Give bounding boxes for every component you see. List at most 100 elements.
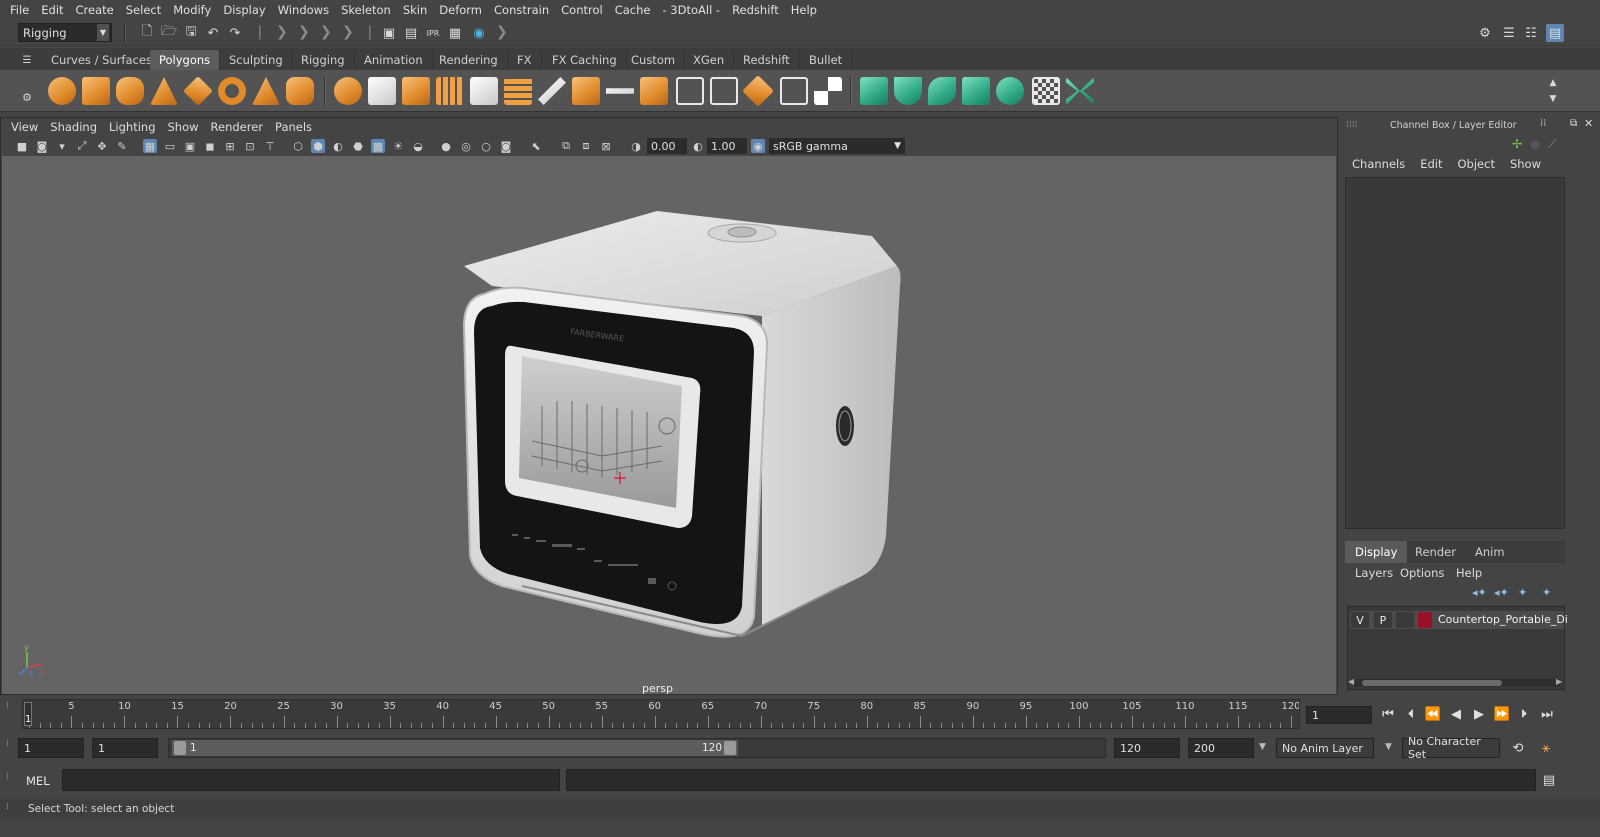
viewport-menu-renderer[interactable]: Renderer <box>205 120 270 134</box>
layer-display-type-toggle[interactable] <box>1396 612 1414 628</box>
mesh-paint-icon[interactable] <box>860 77 888 105</box>
camera-icon[interactable]: ■ <box>15 139 29 153</box>
color-management-icon[interactable]: ◉ <box>751 139 765 153</box>
textured-icon[interactable]: ▩ <box>371 139 385 153</box>
isolate-select-icon[interactable]: ⬉ <box>529 139 543 153</box>
target-weld-icon[interactable] <box>572 77 600 105</box>
anim-layer-dropdown[interactable]: No Anim Layer <box>1276 738 1374 758</box>
depth-of-field-icon[interactable]: ◙ <box>499 139 513 153</box>
new-layer-selected-icon[interactable]: ✦ <box>1542 586 1551 599</box>
range-end-handle[interactable] <box>724 741 736 755</box>
filter-icon[interactable]: ● <box>1530 137 1540 151</box>
menu-file[interactable]: File <box>4 3 35 17</box>
gamma-field[interactable]: 1.00 <box>707 138 747 154</box>
quad-draw-icon[interactable] <box>710 77 738 105</box>
close-icon[interactable]: ✕ <box>1584 117 1593 130</box>
shelf-tab-fx[interactable]: FX <box>508 50 542 70</box>
exposure-icon[interactable]: ◑ <box>629 139 643 153</box>
grip-icon[interactable]: ⁞ <box>6 802 9 812</box>
channel-box-menu-object[interactable]: Object <box>1448 157 1500 175</box>
separate-icon[interactable] <box>368 77 396 105</box>
layer-menu-layers[interactable]: Layers <box>1355 566 1393 580</box>
play-forwards-icon[interactable]: ▶ <box>1471 706 1487 722</box>
collapse-icon[interactable]: ❯ <box>342 24 354 40</box>
shelf-tab-sculpting[interactable]: Sculpting <box>220 50 293 70</box>
viewport-menu-shading[interactable]: Shading <box>44 120 103 134</box>
anti-aliasing-icon[interactable]: ○ <box>479 139 493 153</box>
bend-icon[interactable] <box>996 77 1024 105</box>
scroll-right-icon[interactable]: ▶ <box>1556 677 1562 686</box>
viewport-menu-panels[interactable]: Panels <box>269 120 318 134</box>
float-icon[interactable]: ⧉ <box>1570 118 1577 129</box>
workspace-icon[interactable]: ⚙ <box>1476 24 1494 42</box>
exposure-field[interactable]: 0.00 <box>647 138 687 154</box>
multi-cut-icon[interactable] <box>538 77 566 105</box>
channel-box-menu-show[interactable]: Show <box>1500 157 1546 175</box>
range-slider-fill[interactable] <box>172 740 738 756</box>
hypershade-icon[interactable]: ◉ <box>470 24 488 42</box>
layer-tab-render[interactable]: Render <box>1405 541 1466 563</box>
xray-joints-icon[interactable]: ⧈ <box>579 139 593 153</box>
ncache-icon[interactable] <box>962 77 990 105</box>
3d-viewport[interactable]: FARBERWARE y x z persp <box>2 156 1336 694</box>
go-to-start-icon[interactable]: ⏮ <box>1380 706 1396 722</box>
fill-hole-icon[interactable] <box>676 77 704 105</box>
collapse-icon[interactable]: ❘ <box>254 24 266 40</box>
menu-create[interactable]: Create <box>70 3 120 17</box>
shelf-tab-xgen[interactable]: XGen <box>684 50 735 70</box>
bookmark-icon[interactable]: ▾ <box>55 139 69 153</box>
move-layer-down-icon[interactable]: ◂✦ <box>1494 586 1509 599</box>
scroll-left-icon[interactable]: ◀ <box>1348 677 1354 686</box>
image-plane-icon[interactable]: ⤢ <box>75 139 89 153</box>
axis-toggle-icon[interactable]: ✢ <box>1512 137 1522 151</box>
render-settings-icon[interactable]: ▦ <box>446 24 464 42</box>
menu-control[interactable]: Control <box>555 3 609 17</box>
menu-display[interactable]: Display <box>217 3 271 17</box>
scrollbar-thumb[interactable] <box>1362 680 1502 686</box>
menu-redshift[interactable]: Redshift <box>726 3 785 17</box>
poly-pyramid-icon[interactable] <box>252 77 280 105</box>
script-editor-icon[interactable]: ▤ <box>1541 772 1557 788</box>
xray-icon[interactable]: ⧉ <box>559 139 573 153</box>
motion-blur-icon[interactable]: ◎ <box>459 139 473 153</box>
gamma-icon[interactable]: ◐ <box>691 139 705 153</box>
shelf-tab-animation[interactable]: Animation <box>355 50 433 70</box>
play-backwards-icon[interactable]: ◀ <box>1448 706 1464 722</box>
layer-visibility-toggle[interactable]: V <box>1351 612 1369 628</box>
attribute-editor-icon[interactable]: ☰ <box>1500 24 1518 42</box>
use-all-lights-icon[interactable]: ☀ <box>391 139 405 153</box>
shelf-settings-icon[interactable]: ⚙ <box>18 88 36 106</box>
shadows-icon[interactable]: ◒ <box>411 139 425 153</box>
menu-cache[interactable]: Cache <box>609 3 657 17</box>
combine-icon[interactable] <box>334 77 362 105</box>
menu-modify[interactable]: Modify <box>167 3 217 17</box>
range-start-handle[interactable] <box>174 741 186 755</box>
pan-zoom-icon[interactable]: ✥ <box>95 139 109 153</box>
smooth-shade-icon[interactable]: ⬢ <box>311 139 325 153</box>
channel-box-icon[interactable]: ▤ <box>1546 24 1564 42</box>
channel-box-menu-edit[interactable]: Edit <box>1410 157 1447 175</box>
screen-space-ao-icon[interactable]: ● <box>439 139 453 153</box>
automatic-map-icon[interactable] <box>814 77 842 105</box>
menu-constrain[interactable]: Constrain <box>488 3 555 17</box>
undo-icon[interactable]: ↶ <box>204 24 222 42</box>
new-layer-icon[interactable]: ✦ <box>1518 586 1527 599</box>
shelf-tab-custom[interactable]: Custom <box>622 50 686 70</box>
script-language-toggle[interactable]: MEL <box>26 774 50 788</box>
poly-cone-icon[interactable] <box>150 77 178 105</box>
safe-action-icon[interactable]: ⊡ <box>243 139 257 153</box>
planar-map-icon[interactable] <box>780 77 808 105</box>
collapse-icon[interactable]: ❯ <box>320 24 332 40</box>
poly-pipe-icon[interactable] <box>286 77 314 105</box>
ncloth-icon[interactable] <box>894 77 922 105</box>
scroll-down-icon[interactable]: ▼ <box>1544 90 1562 108</box>
poly-sphere-icon[interactable] <box>48 77 76 105</box>
xray-components-icon[interactable]: ⊠ <box>599 139 613 153</box>
collapse-icon[interactable]: ❯ <box>496 24 508 40</box>
layer-tab-display[interactable]: Display <box>1345 541 1408 563</box>
shelf-tab-bullet[interactable]: Bullet <box>800 50 853 70</box>
film-gate-icon[interactable]: ▭ <box>163 139 177 153</box>
open-scene-icon[interactable]: 🗁 <box>160 24 178 42</box>
bevel-icon[interactable] <box>470 77 498 105</box>
current-frame-field[interactable]: 1 <box>1306 706 1372 724</box>
